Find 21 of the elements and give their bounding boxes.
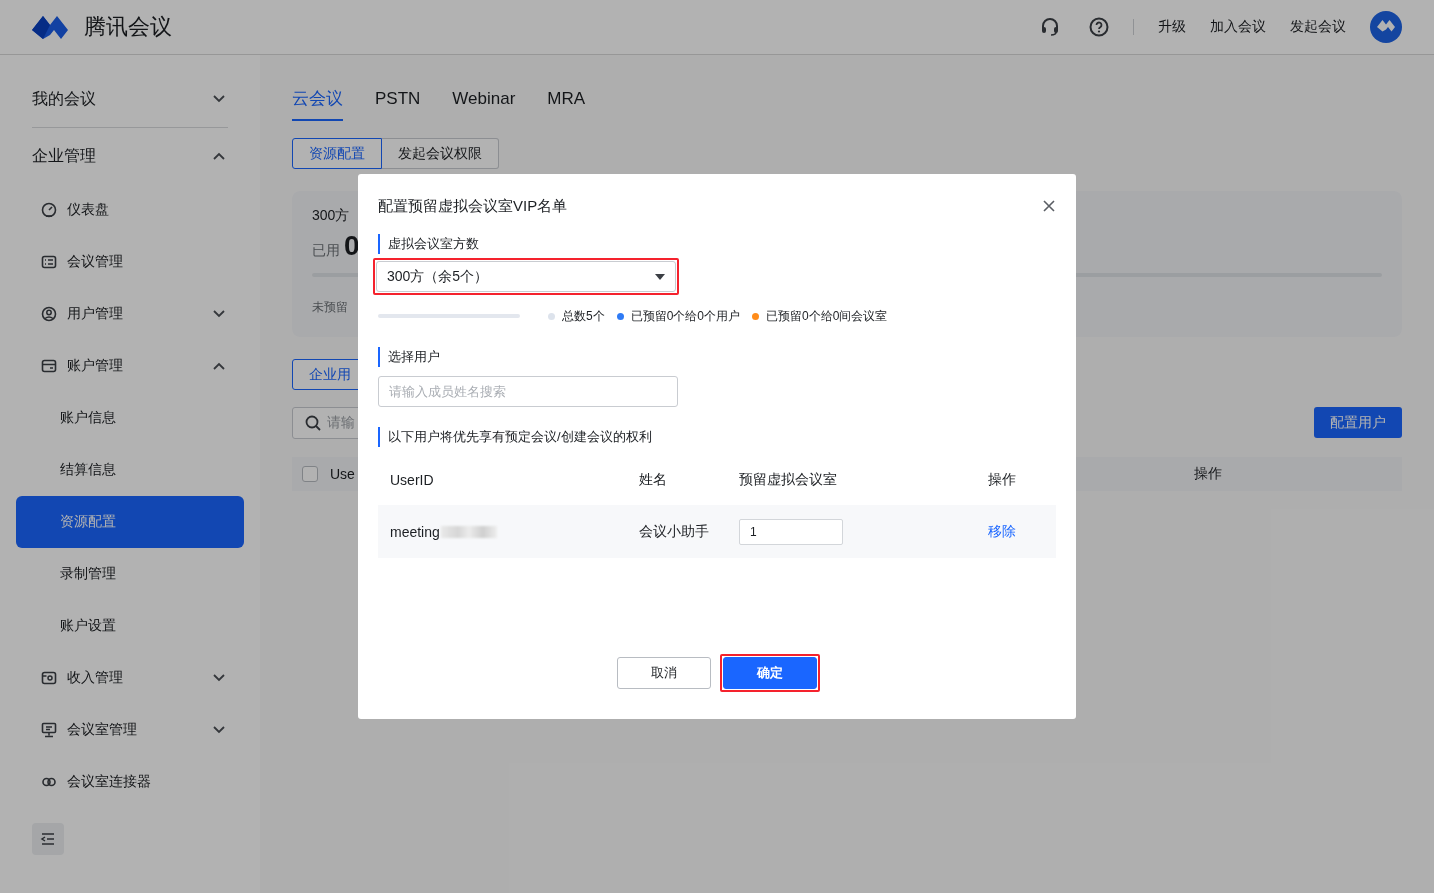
used-count: 0 xyxy=(344,231,360,261)
capacity-label: 300方 xyxy=(312,207,350,225)
column-header: 操作 xyxy=(1194,465,1222,483)
legend-label: 已预留0个给0个用户 xyxy=(630,307,741,325)
search-placeholder: 请输 xyxy=(327,414,355,432)
user-name: 会议小助手 xyxy=(639,522,710,541)
section-label: 虚拟会议室方数 xyxy=(378,234,479,254)
column-header: 姓名 xyxy=(639,471,668,489)
used-label: 已用 xyxy=(312,242,340,260)
column-header: 操作 xyxy=(988,471,1017,489)
section-label: 选择用户 xyxy=(378,347,440,367)
legend-label: 已预留0个给0间会议室 xyxy=(766,307,888,325)
app-name: 腾讯会议 xyxy=(84,13,172,41)
column-header: 预留虚拟会议室 xyxy=(739,471,838,489)
user-id: meeting xyxy=(390,523,440,540)
section-label: 以下用户将优先享有预定会议/创建会议的权利 xyxy=(378,427,652,447)
column-header: Use xyxy=(330,466,355,482)
column-header: UserID xyxy=(390,472,435,488)
note-text: 未预留 xyxy=(312,299,348,316)
dialog-title: 配置预留虚拟会议室VIP名单 xyxy=(378,196,568,216)
legend-label: 总数5个 xyxy=(562,307,605,325)
